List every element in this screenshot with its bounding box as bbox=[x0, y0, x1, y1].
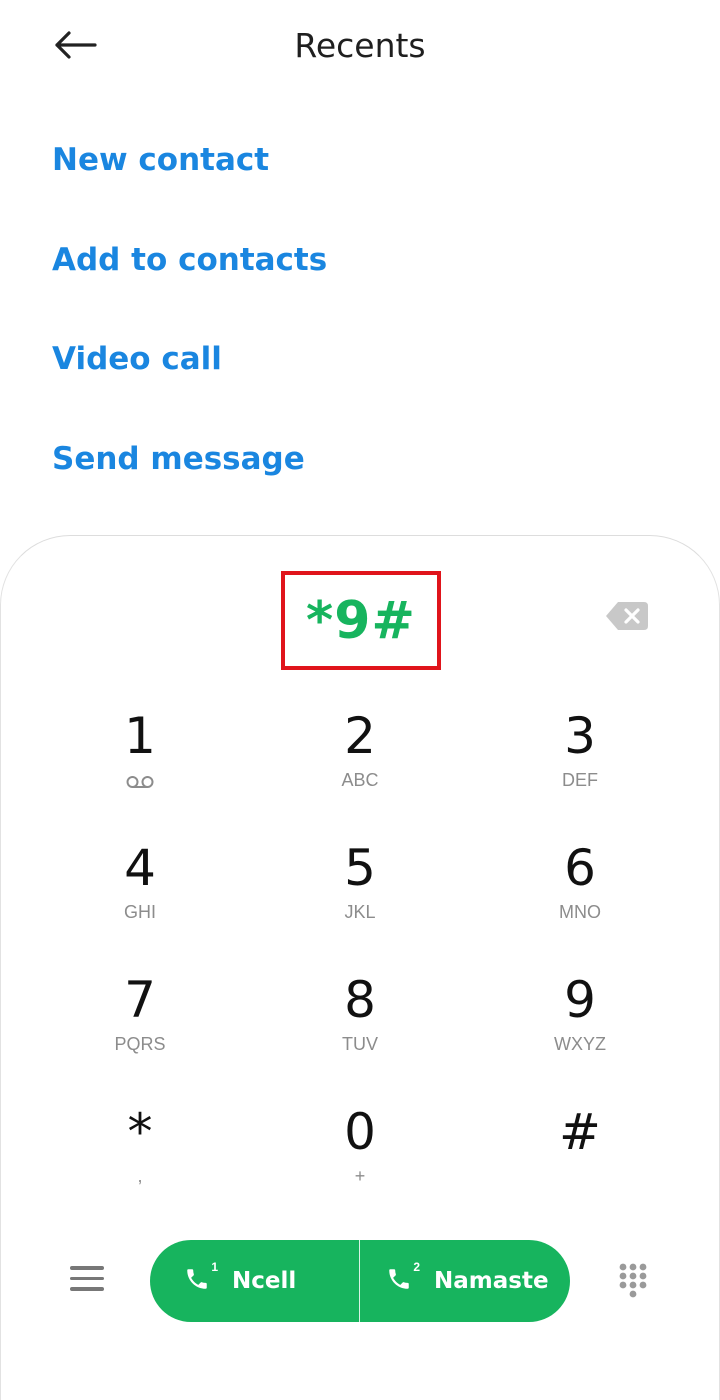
dialpad-icon bbox=[619, 1263, 647, 1298]
dialer-screen: Recents New contact Add to contacts Vide… bbox=[0, 0, 720, 1400]
phone-sim2-icon: 2 bbox=[386, 1260, 420, 1296]
backspace-button[interactable] bbox=[604, 600, 650, 632]
key-7[interactable]: 7 PQRS bbox=[30, 964, 250, 1096]
key-letters: PQRS bbox=[114, 1034, 166, 1054]
key-5[interactable]: 5 JKL bbox=[250, 832, 470, 964]
new-contact-action[interactable]: New contact bbox=[52, 138, 672, 238]
keypad-row: 7 PQRS 8 TUV 9 WXYZ bbox=[30, 964, 690, 1096]
key-digit: 7 bbox=[124, 971, 156, 1029]
key-letters: , bbox=[137, 1166, 143, 1186]
sim-number: 2 bbox=[413, 1260, 420, 1274]
key-digit: 5 bbox=[344, 839, 376, 897]
key-letters: GHI bbox=[123, 902, 156, 922]
key-letters: WXYZ bbox=[554, 1034, 606, 1054]
key-1[interactable]: 1 bbox=[30, 700, 250, 832]
key-9[interactable]: 9 WXYZ bbox=[470, 964, 690, 1096]
key-digit: 3 bbox=[564, 707, 596, 765]
key-digit: 2 bbox=[344, 707, 376, 765]
key-digit: 6 bbox=[564, 839, 596, 897]
key-letters: ABC bbox=[341, 770, 379, 790]
keypad: 1 2 ABC 3 DEF 4 GHI 5 JKL 6 MNO 7 PQRS 8… bbox=[30, 700, 690, 1228]
menu-button[interactable] bbox=[70, 1266, 104, 1296]
video-call-action[interactable]: Video call bbox=[52, 337, 672, 437]
keypad-row: * , 0 + # bbox=[30, 1096, 690, 1228]
key-letters: + bbox=[354, 1166, 366, 1186]
send-message-action[interactable]: Send message bbox=[52, 437, 672, 537]
page-title: Recents bbox=[294, 26, 426, 65]
keypad-row: 1 2 ABC 3 DEF bbox=[30, 700, 690, 832]
key-hash[interactable]: # bbox=[470, 1096, 690, 1228]
key-letters: JKL bbox=[344, 902, 376, 922]
key-digit: 9 bbox=[564, 971, 596, 1029]
keypad-row: 4 GHI 5 JKL 6 MNO bbox=[30, 832, 690, 964]
call-button-group: 1 Ncell 2 Namaste bbox=[150, 1240, 570, 1322]
call-label: Namaste bbox=[434, 1268, 549, 1294]
key-letters: MNO bbox=[559, 902, 601, 922]
phone-sim1-icon: 1 bbox=[184, 1260, 218, 1296]
key-2[interactable]: 2 ABC bbox=[250, 700, 470, 832]
key-letters: DEF bbox=[562, 770, 598, 790]
key-digit: 1 bbox=[124, 707, 156, 765]
key-digit: * bbox=[127, 1103, 153, 1161]
dialpad-toggle-button[interactable] bbox=[618, 1262, 648, 1300]
menu-icon bbox=[70, 1287, 104, 1291]
voicemail-icon bbox=[125, 774, 155, 794]
header: Recents bbox=[0, 0, 720, 92]
menu-icon bbox=[70, 1276, 104, 1280]
key-8[interactable]: 8 TUV bbox=[250, 964, 470, 1096]
action-list: New contact Add to contacts Video call S… bbox=[52, 138, 672, 536]
sim-number: 1 bbox=[211, 1260, 218, 1274]
backspace-icon bbox=[606, 602, 648, 630]
dialed-number: *9# bbox=[306, 590, 416, 651]
call-label: Ncell bbox=[232, 1268, 297, 1294]
call-sim1-button[interactable]: 1 Ncell bbox=[150, 1240, 360, 1322]
key-3[interactable]: 3 DEF bbox=[470, 700, 690, 832]
key-6[interactable]: 6 MNO bbox=[470, 832, 690, 964]
key-digit: 4 bbox=[124, 839, 156, 897]
key-digit: # bbox=[559, 1103, 601, 1161]
menu-icon bbox=[70, 1266, 104, 1270]
key-letters: TUV bbox=[342, 1034, 378, 1054]
key-4[interactable]: 4 GHI bbox=[30, 832, 250, 964]
key-digit: 0 bbox=[344, 1103, 376, 1161]
dialed-number-display: *9# bbox=[281, 571, 441, 670]
key-star[interactable]: * , bbox=[30, 1096, 250, 1228]
key-digit: 8 bbox=[344, 971, 376, 1029]
key-0[interactable]: 0 + bbox=[250, 1096, 470, 1228]
add-to-contacts-action[interactable]: Add to contacts bbox=[52, 238, 672, 338]
call-sim2-button[interactable]: 2 Namaste bbox=[360, 1240, 570, 1322]
